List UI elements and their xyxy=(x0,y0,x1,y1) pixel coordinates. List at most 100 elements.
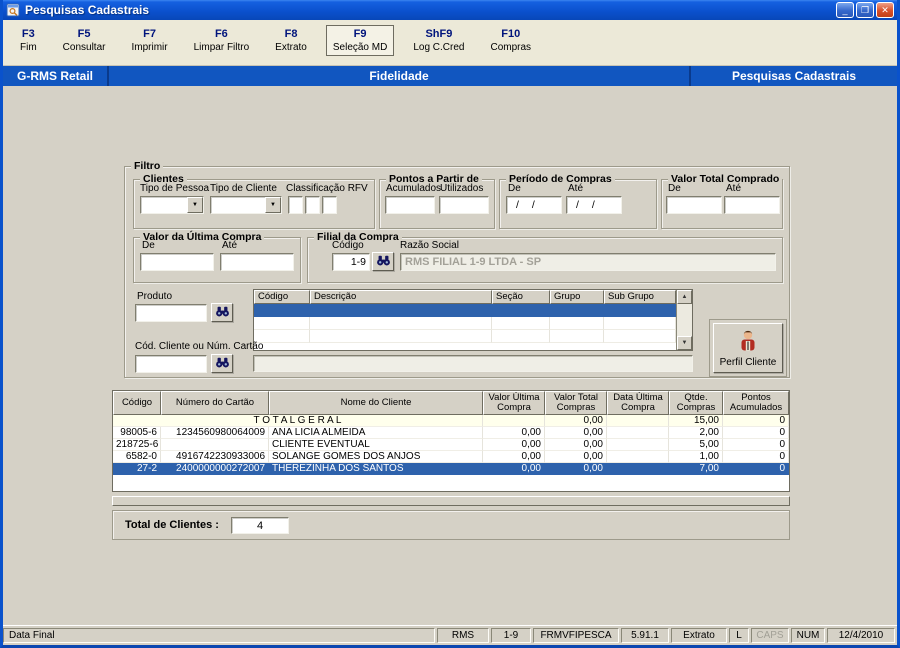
cell-codigo: 27-2 xyxy=(113,463,161,475)
valor-ultima-de-input[interactable] xyxy=(140,253,214,271)
cell-codigo: 98005-6 xyxy=(113,427,161,439)
main-content: Filtro Clientes Tipo de Pessoa Tipo de C… xyxy=(3,86,897,625)
cell-nome: THEREZINHA DOS SANTOS xyxy=(269,463,483,475)
filter-legend: Filtro xyxy=(131,160,164,173)
toolbar-button-f8[interactable]: F8 Extrato xyxy=(268,25,314,56)
valor-ultima-de-label: De xyxy=(142,240,155,251)
cell-cartao: 4916742230933006 xyxy=(161,451,269,463)
periodo-de-input[interactable]: / / xyxy=(506,196,562,214)
valor-ultima-ate-input[interactable] xyxy=(220,253,294,271)
tipo-pessoa-select[interactable]: ▼ xyxy=(140,196,204,214)
cell-data-ultima xyxy=(607,427,669,439)
valor-total-de-input[interactable] xyxy=(666,196,722,214)
toolbar-button-f3[interactable]: F3 Fim xyxy=(13,25,44,56)
produto-row[interactable] xyxy=(254,317,676,330)
results-hscrollbar[interactable] xyxy=(112,496,790,506)
chevron-down-icon[interactable]: ▼ xyxy=(187,197,203,213)
produto-input[interactable] xyxy=(135,304,207,322)
toolbar-button-f5[interactable]: F5 Consultar xyxy=(56,25,113,56)
banner-screen-name: Pesquisas Cadastrais xyxy=(689,66,897,86)
produto-scrollbar[interactable]: ▲ ▼ xyxy=(676,290,692,350)
razao-social-field: RMS FILIAL 1-9 LTDA - SP xyxy=(400,253,776,271)
cod-cliente-input[interactable] xyxy=(135,355,207,373)
col-nome-cliente[interactable]: Nome do Cliente xyxy=(269,391,483,415)
produto-row-selected[interactable] xyxy=(254,304,676,317)
produto-row[interactable] xyxy=(254,330,676,343)
toolbar-button-f7[interactable]: F7 Imprimir xyxy=(124,25,174,56)
valor-total-comprado-group: Valor Total Comprado De Até xyxy=(661,173,783,229)
periodo-legend: Período de Compras xyxy=(506,173,615,186)
restore-button[interactable]: ❐ xyxy=(856,2,874,18)
header-banner: G-RMS Retail Fidelidade Pesquisas Cadast… xyxy=(3,66,897,86)
table-row[interactable]: 218725-6 CLIENTE EVENTUAL 0,00 0,00 5,00… xyxy=(113,439,789,451)
perfil-cliente-button[interactable]: Perfil Cliente xyxy=(713,323,783,373)
binoculars-icon xyxy=(215,355,230,373)
chevron-down-icon[interactable]: ▼ xyxy=(265,197,281,213)
toolbar-key: F6 xyxy=(214,28,228,40)
cod-cliente-search-button[interactable] xyxy=(211,354,233,373)
cell-valor-ultima: 0,00 xyxy=(483,439,545,451)
window-controls: _ ❐ ✕ xyxy=(836,2,894,18)
produto-search-button[interactable] xyxy=(211,303,233,322)
table-row-selected[interactable]: 27-2 2400000000272007 THEREZINHA DOS SAN… xyxy=(113,463,789,475)
toolbar: F3 Fim F5 Consultar F7 Imprimir F6 Limpa… xyxy=(3,20,897,66)
banner-module-name: Fidelidade xyxy=(369,69,429,83)
filial-search-button[interactable] xyxy=(372,252,394,271)
filial-codigo-input[interactable]: 1-9 xyxy=(332,253,370,271)
produto-col-secao[interactable]: Seção xyxy=(492,290,550,304)
produto-grid-header: Código Descrição Seção Grupo Sub Grupo xyxy=(254,290,692,304)
cell-qtde: 2,00 xyxy=(669,427,723,439)
scroll-up-icon[interactable]: ▲ xyxy=(677,290,692,304)
col-codigo[interactable]: Código xyxy=(113,391,161,415)
pontos-utilizados-input[interactable] xyxy=(439,196,489,214)
cell-valor-total: 0,00 xyxy=(545,427,607,439)
cell-nome: SOLANGE GOMES DOS ANJOS xyxy=(269,451,483,463)
cell-valor-total: 0,00 xyxy=(545,439,607,451)
produto-col-subgrupo[interactable]: Sub Grupo xyxy=(604,290,676,304)
total-clientes-label: Total de Clientes : xyxy=(125,519,219,531)
produto-col-grupo[interactable]: Grupo xyxy=(550,290,604,304)
col-numero-cartao[interactable]: Número do Cartão xyxy=(161,391,269,415)
cell-codigo: 218725-6 xyxy=(113,439,161,451)
close-button[interactable]: ✕ xyxy=(876,2,894,18)
scroll-down-icon[interactable]: ▼ xyxy=(677,336,692,350)
cell-valor-ultima: 0,00 xyxy=(483,463,545,475)
valor-ultima-compra-group: Valor da Última Compra De Até xyxy=(133,231,301,283)
pontos-acumulados-input[interactable] xyxy=(385,196,435,214)
toolbar-button-shf9[interactable]: ShF9 Log C.Cred xyxy=(406,25,471,56)
col-pontos[interactable]: Pontos Acumulados xyxy=(723,391,789,415)
table-row[interactable]: 6582-0 4916742230933006 SOLANGE GOMES DO… xyxy=(113,451,789,463)
cell-qtde: 15,00 xyxy=(669,415,723,427)
cell-cartao xyxy=(161,439,269,451)
toolbar-label: Compras xyxy=(490,42,532,53)
toolbar-button-f6[interactable]: F6 Limpar Filtro xyxy=(187,25,257,56)
valor-total-ate-input[interactable] xyxy=(724,196,780,214)
filter-group: Filtro Clientes Tipo de Pessoa Tipo de C… xyxy=(124,160,790,378)
col-valor-total[interactable]: Valor Total Compras xyxy=(545,391,607,415)
filial-group: Filial da Compra Código Razão Social 1-9 xyxy=(307,231,783,283)
produto-col-codigo[interactable]: Código xyxy=(254,290,310,304)
total-row: T O T A L G E R A L 0,00 15,00 0 xyxy=(113,415,789,427)
valor-ultima-ate-label: Até xyxy=(222,240,238,251)
rfv-v-input[interactable] xyxy=(322,196,337,214)
rfv-r-input[interactable] xyxy=(288,196,303,214)
status-panel-version: 5.91.1 xyxy=(621,628,669,643)
toolbar-button-f10[interactable]: F10 Compras xyxy=(483,25,538,56)
toolbar-label: Log C.Cred xyxy=(413,42,465,53)
toolbar-button-f9[interactable]: F9 Seleção MD xyxy=(325,25,395,56)
periodo-ate-input[interactable]: / / xyxy=(566,196,622,214)
tipo-cliente-select[interactable]: ▼ xyxy=(210,196,282,214)
cell-cartao: 1234560980064009 xyxy=(161,427,269,439)
col-valor-ultima[interactable]: Valor Última Compra xyxy=(483,391,545,415)
col-data-ultima[interactable]: Data Última Compra xyxy=(607,391,669,415)
filial-codigo-label: Código xyxy=(332,240,364,251)
cell-pontos: 0 xyxy=(723,427,789,439)
valor-ultima-legend: Valor da Última Compra xyxy=(140,231,265,244)
produto-col-descricao[interactable]: Descrição xyxy=(310,290,492,304)
col-qtde-compras[interactable]: Qtde. Compras xyxy=(669,391,723,415)
minimize-button[interactable]: _ xyxy=(836,2,854,18)
rfv-f-input[interactable] xyxy=(305,196,320,214)
table-row[interactable]: 98005-6 1234560980064009 ANA LICIA ALMEI… xyxy=(113,427,789,439)
toolbar-label: Seleção MD xyxy=(332,42,388,53)
status-message: Data Final xyxy=(3,628,435,643)
